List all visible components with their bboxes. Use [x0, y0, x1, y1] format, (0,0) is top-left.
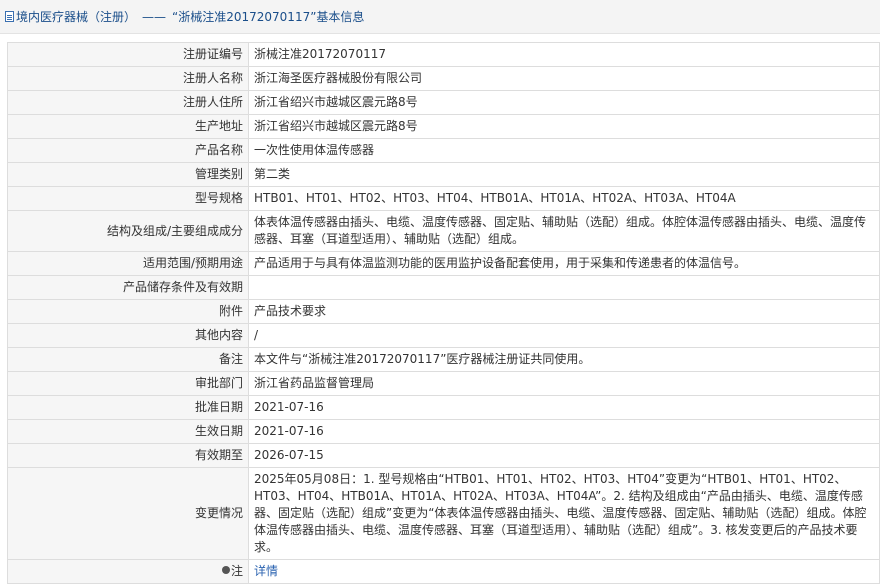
- table-row: 结构及组成/主要组成成分 体表体温传感器由插头、电缆、温度传感器、固定贴、辅助贴（…: [7, 210, 880, 252]
- row-value: 一次性使用体温传感器: [248, 138, 880, 163]
- breadcrumb-category[interactable]: 境内医疗器械（注册）: [16, 8, 136, 25]
- row-value: /: [248, 323, 880, 348]
- row-value: 浙江省绍兴市越城区震元路8号: [248, 90, 880, 115]
- row-label: 注册人名称: [7, 66, 249, 91]
- note-label-cell: 注: [7, 559, 249, 584]
- row-label: 型号规格: [7, 186, 249, 211]
- row-label: 注册证编号: [7, 42, 249, 67]
- row-value: [248, 275, 880, 300]
- row-label: 适用范围/预期用途: [7, 251, 249, 276]
- row-value: HTB01、HT01、HT02、HT03、HT04、HTB01A、HT01A、H…: [248, 186, 880, 211]
- table-row: 有效期至 2026-07-15: [7, 443, 880, 468]
- table-row: 注 详情: [7, 559, 880, 584]
- table-row: 生效日期 2021-07-16: [7, 419, 880, 444]
- table-row: 备注 本文件与“浙械注准20172070117”医疗器械注册证共同使用。: [7, 347, 880, 372]
- table-row: 产品名称 一次性使用体温传感器: [7, 138, 880, 163]
- row-value: 浙江海圣医疗器械股份有限公司: [248, 66, 880, 91]
- details-link[interactable]: 详情: [254, 564, 278, 578]
- row-label: 其他内容: [7, 323, 249, 348]
- row-value: 产品技术要求: [248, 299, 880, 324]
- row-value: 2021-07-16: [248, 395, 880, 420]
- table-row: 生产地址 浙江省绍兴市越城区震元路8号: [7, 114, 880, 139]
- row-label: 注册人住所: [7, 90, 249, 115]
- row-label: 结构及组成/主要组成成分: [7, 210, 249, 252]
- row-label: 生效日期: [7, 419, 249, 444]
- row-value: 2026-07-15: [248, 443, 880, 468]
- row-label: 管理类别: [7, 162, 249, 187]
- row-value: 第二类: [248, 162, 880, 187]
- row-label: 变更情况: [7, 467, 249, 560]
- row-label: 审批部门: [7, 371, 249, 396]
- table-row: 型号规格 HTB01、HT01、HT02、HT03、HT04、HTB01A、HT0…: [7, 186, 880, 211]
- row-value: 浙械注准20172070117: [248, 42, 880, 67]
- table-row: 注册人住所 浙江省绍兴市越城区震元路8号: [7, 90, 880, 115]
- table-row: 产品储存条件及有效期: [7, 275, 880, 300]
- breadcrumb-separator: ——: [142, 9, 167, 24]
- pin-icon: [221, 566, 230, 574]
- row-value: 2025年05月08日：1. 型号规格由“HTB01、HT01、HT02、HT0…: [248, 467, 880, 560]
- row-value: 本文件与“浙械注准20172070117”医疗器械注册证共同使用。: [248, 347, 880, 372]
- note-value-cell: 详情: [248, 559, 880, 584]
- table-row: 附件 产品技术要求: [7, 299, 880, 324]
- row-label: 有效期至: [7, 443, 249, 468]
- table-row: 注册证编号 浙械注准20172070117: [7, 42, 880, 67]
- table-row: 审批部门 浙江省药品监督管理局: [7, 371, 880, 396]
- row-label: 附件: [7, 299, 249, 324]
- table-row: 批准日期 2021-07-16: [7, 395, 880, 420]
- row-value: 体表体温传感器由插头、电缆、温度传感器、固定贴、辅助贴（选配）组成。体腔体温传感…: [248, 210, 880, 252]
- row-label: 产品储存条件及有效期: [7, 275, 249, 300]
- row-value: 产品适用于与具有体温监测功能的医用监护设备配套使用，用于采集和传递患者的体温信号…: [248, 251, 880, 276]
- table-row: 管理类别 第二类: [7, 162, 880, 187]
- row-label: 产品名称: [7, 138, 249, 163]
- table-row: 变更情况 2025年05月08日：1. 型号规格由“HTB01、HT01、HT02…: [7, 467, 880, 560]
- page-header: 境内医疗器械（注册） —— “浙械注准20172070117”基本信息: [0, 0, 880, 34]
- row-value: 2021-07-16: [248, 419, 880, 444]
- table-row: 注册人名称 浙江海圣医疗器械股份有限公司: [7, 66, 880, 91]
- row-label: 备注: [7, 347, 249, 372]
- table-row: 适用范围/预期用途 产品适用于与具有体温监测功能的医用监护设备配套使用，用于采集和…: [7, 251, 880, 276]
- info-table: 注册证编号 浙械注准20172070117 注册人名称 浙江海圣医疗器械股份有限公司…: [7, 42, 880, 584]
- page-title: “浙械注准20172070117”基本信息: [172, 10, 365, 24]
- row-label: 生产地址: [7, 114, 249, 139]
- note-label: 注: [230, 564, 243, 578]
- row-value: 浙江省药品监督管理局: [248, 371, 880, 396]
- row-label: 批准日期: [7, 395, 249, 420]
- document-icon: [5, 11, 14, 22]
- row-value: 浙江省绍兴市越城区震元路8号: [248, 114, 880, 139]
- table-row: 其他内容 /: [7, 323, 880, 348]
